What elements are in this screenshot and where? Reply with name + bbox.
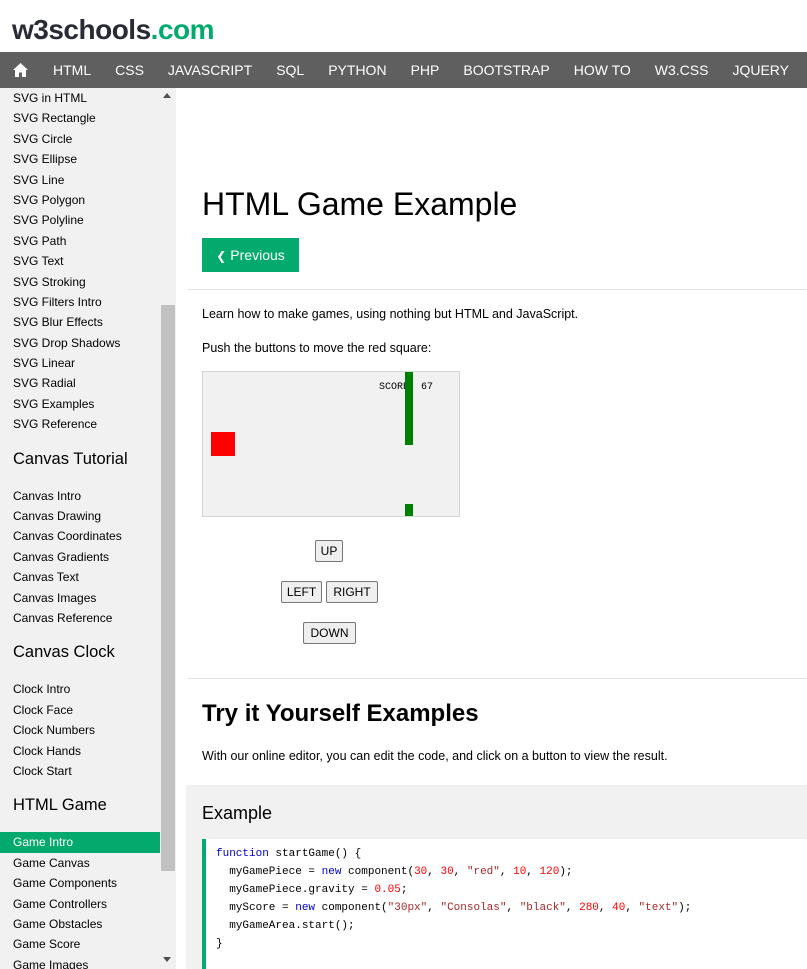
sidebar-item-svg-rectangle[interactable]: SVG Rectangle: [0, 108, 160, 128]
sidebar-item-svg-text[interactable]: SVG Text: [0, 251, 160, 271]
sidebar-item-clock-hands[interactable]: Clock Hands: [0, 741, 160, 761]
sidebar-item-svg-circle[interactable]: SVG Circle: [0, 129, 160, 149]
sidebar-item-svg-stroking[interactable]: SVG Stroking: [0, 272, 160, 292]
sidebar-item-canvas-text[interactable]: Canvas Text: [0, 567, 160, 587]
sidebar-item-game-controllers[interactable]: Game Controllers: [0, 894, 160, 914]
sidebar-item-game-images[interactable]: Game Images: [0, 955, 160, 969]
left-button[interactable]: LEFT: [281, 581, 322, 603]
main-content: HTML Game Example ❮ Previous Learn how to…: [186, 88, 807, 969]
sidebar-item-game-canvas[interactable]: Game Canvas: [0, 853, 160, 873]
sidebar-item-svg-polyline[interactable]: SVG Polyline: [0, 210, 160, 230]
sidebar-item-svg-filters-intro[interactable]: SVG Filters Intro: [0, 292, 160, 312]
nav-item-w3-css[interactable]: W3.CSS: [643, 52, 721, 88]
sidebar-item-canvas-reference[interactable]: Canvas Reference: [0, 608, 160, 628]
sidebar-heading-html-game: HTML Game: [13, 796, 107, 815]
header: w3schools.com: [0, 0, 807, 52]
sidebar-menu: SVG in HTML SVG Rectangle SVG Circle SVG El…: [0, 88, 160, 969]
divider: [188, 289, 807, 290]
sidebar-item-canvas-images[interactable]: Canvas Images: [0, 588, 160, 608]
right-button[interactable]: RIGHT: [326, 581, 378, 603]
sidebar-item-canvas-intro[interactable]: Canvas Intro: [0, 486, 160, 506]
sidebar-item-svg-examples[interactable]: SVG Examples: [0, 394, 160, 414]
sidebar-item-svg-in-html[interactable]: SVG in HTML: [0, 88, 160, 108]
sidebar-heading-canvas-tutorial: Canvas Tutorial: [13, 449, 128, 468]
sidebar-item-svg-polygon[interactable]: SVG Polygon: [0, 190, 160, 210]
code-line: function startGame() {: [216, 848, 362, 860]
try-it-heading: Try it Yourself Examples: [202, 700, 479, 727]
sidebar-item-svg-blur-effects[interactable]: SVG Blur Effects: [0, 312, 160, 332]
nav-item-html[interactable]: HTML: [41, 52, 103, 88]
sidebar-item-svg-path[interactable]: SVG Path: [0, 231, 160, 251]
intro-text: Learn how to make games, using nothing b…: [202, 307, 579, 321]
sidebar-item-game-score[interactable]: Game Score: [0, 934, 160, 954]
code-line: }: [216, 938, 223, 950]
nav-item-how-to[interactable]: HOW TO: [562, 52, 643, 88]
logo-suffix: .com: [150, 14, 215, 45]
sidebar-item-svg-line[interactable]: SVG Line: [0, 170, 160, 190]
nav-item-css[interactable]: CSS: [103, 52, 156, 88]
example-heading: Example: [202, 803, 273, 823]
nav-items: HTML CSS JAVASCRIPT SQL PYTHON PHP BOOTSTRAP HO…: [41, 52, 807, 88]
sidebar-heading-canvas-clock: Canvas Clock: [13, 643, 115, 662]
sidebar-item-game-intro[interactable]: Game Intro: [0, 832, 160, 853]
sidebar-item-svg-reference[interactable]: SVG Reference: [0, 414, 160, 434]
sidebar-item-canvas-coordinates[interactable]: Canvas Coordinates: [0, 526, 160, 546]
nav-item-bootstrap[interactable]: BOOTSTRAP: [451, 52, 561, 88]
game-piece: [211, 432, 235, 456]
chevron-left-icon: ❮: [216, 249, 227, 263]
logo-prefix: w3schools: [12, 14, 151, 45]
code-line: myGameArea.start();: [216, 920, 355, 932]
obstacle-top: [405, 372, 413, 445]
sidebar-item-svg-drop-shadows[interactable]: SVG Drop Shadows: [0, 333, 160, 353]
sidebar-item-canvas-drawing[interactable]: Canvas Drawing: [0, 506, 160, 526]
up-button[interactable]: UP: [315, 540, 343, 562]
example-box: Example function startGame() { myGamePie…: [186, 785, 807, 969]
sidebar-item-clock-face[interactable]: Clock Face: [0, 700, 160, 720]
page-title: HTML Game Example: [202, 186, 518, 222]
nav-item-javascript[interactable]: JAVASCRIPT: [156, 52, 264, 88]
nav-item-java[interactable]: JAVA: [801, 52, 807, 88]
push-buttons-text: Push the buttons to move the red square:: [202, 341, 432, 355]
sidebar-item-svg-radial[interactable]: SVG Radial: [0, 373, 160, 393]
nav-item-jquery[interactable]: JQUERY: [720, 52, 801, 88]
previous-button[interactable]: ❮ Previous: [202, 238, 299, 272]
nav-item-php[interactable]: PHP: [399, 52, 452, 88]
code-line: myScore = new component("30px", "Consola…: [216, 902, 692, 914]
try-it-text: With our online editor, you can edit the…: [202, 749, 668, 763]
nav-item-python[interactable]: PYTHON: [316, 52, 398, 88]
nav-item-sql[interactable]: SQL: [264, 52, 316, 88]
code-line: myGamePiece = new component(30, 30, "red…: [216, 866, 573, 878]
sidebar-item-clock-start[interactable]: Clock Start: [0, 761, 160, 781]
home-icon[interactable]: [0, 52, 41, 88]
game-canvas: SCORE: 67: [202, 371, 460, 517]
previous-label: Previous: [230, 247, 285, 263]
sidebar-item-clock-numbers[interactable]: Clock Numbers: [0, 720, 160, 740]
scroll-up-arrow-icon[interactable]: [163, 93, 171, 98]
obstacle-bottom: [405, 504, 413, 516]
sidebar-item-svg-ellipse[interactable]: SVG Ellipse: [0, 149, 160, 169]
w3schools-logo[interactable]: w3schools.com: [12, 14, 215, 46]
sidebar-scrollbar[interactable]: [160, 88, 176, 969]
scrollbar-thumb[interactable]: [161, 305, 175, 871]
divider: [188, 678, 807, 679]
scroll-down-arrow-icon[interactable]: [163, 957, 171, 962]
code-line: myGamePiece.gravity = 0.05;: [216, 884, 408, 896]
top-navigation: HTML CSS JAVASCRIPT SQL PYTHON PHP BOOTSTRAP HO…: [0, 52, 807, 88]
sidebar-item-game-obstacles[interactable]: Game Obstacles: [0, 914, 160, 934]
code-block: function startGame() { myGamePiece = new…: [202, 839, 807, 969]
sidebar-item-svg-linear[interactable]: SVG Linear: [0, 353, 160, 373]
sidebar-item-game-components[interactable]: Game Components: [0, 873, 160, 893]
sidebar: SVG in HTML SVG Rectangle SVG Circle SVG El…: [0, 88, 176, 969]
sidebar-item-clock-intro[interactable]: Clock Intro: [0, 679, 160, 699]
sidebar-item-canvas-gradients[interactable]: Canvas Gradients: [0, 547, 160, 567]
down-button[interactable]: DOWN: [303, 622, 356, 644]
